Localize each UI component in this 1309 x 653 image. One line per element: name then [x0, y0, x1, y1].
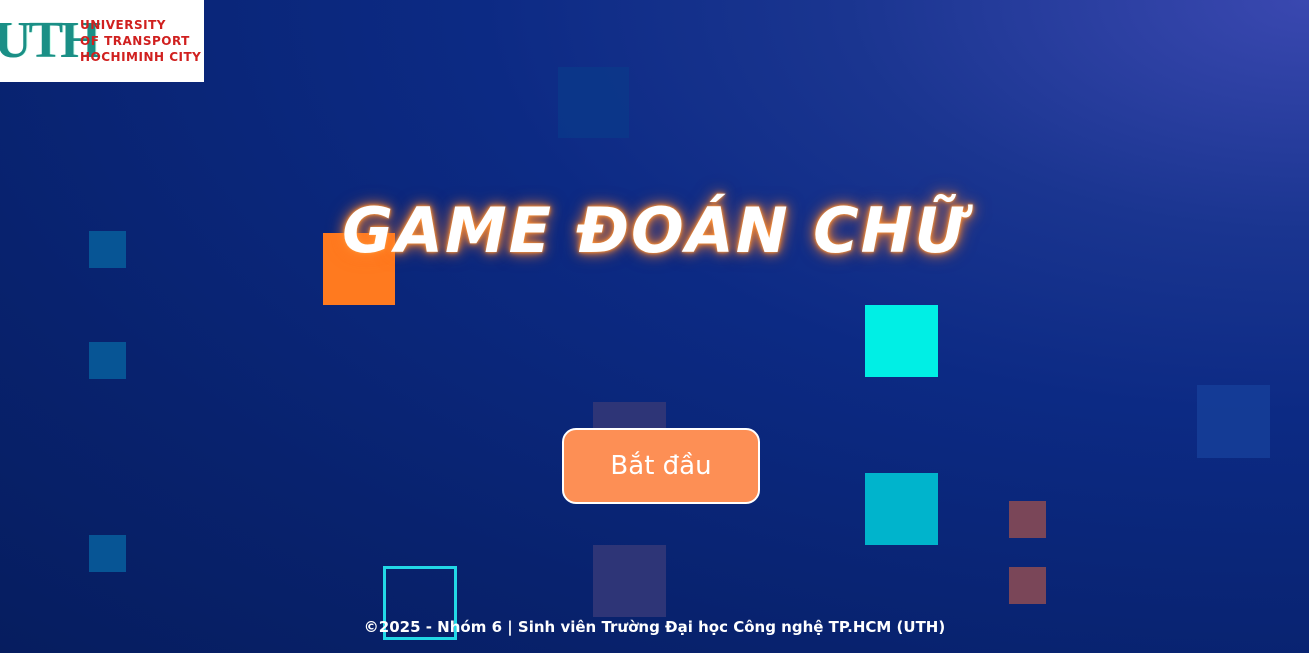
- decor-square: [89, 342, 126, 379]
- logo-line-2: OF TRANSPORT: [80, 34, 190, 48]
- decor-square-cyan: [865, 305, 938, 377]
- logo-line-3: HOCHIMINH CITY: [80, 50, 202, 64]
- logo-line-1: UNIVERSITY: [80, 18, 166, 32]
- start-button[interactable]: Bắt đầu: [562, 428, 760, 504]
- logo-text: UNIVERSITY OF TRANSPORT HOCHIMINH CITY: [80, 17, 201, 65]
- decor-square: [593, 545, 666, 617]
- footer-credit: ©2025 - Nhóm 6 | Sinh viên Trường Đại họ…: [363, 618, 946, 636]
- decor-square-maroon: [1009, 567, 1046, 604]
- decor-square: [558, 67, 629, 138]
- decor-square: [1197, 385, 1270, 458]
- decor-square-maroon: [1009, 501, 1046, 538]
- uth-logo-mark: UTH: [0, 12, 101, 69]
- decor-square-teal: [865, 473, 938, 545]
- university-logo: UTH UNIVERSITY OF TRANSPORT HOCHIMINH CI…: [0, 0, 204, 82]
- decor-square: [89, 535, 126, 572]
- game-title: GAME ĐOÁN CHỮ: [342, 194, 967, 267]
